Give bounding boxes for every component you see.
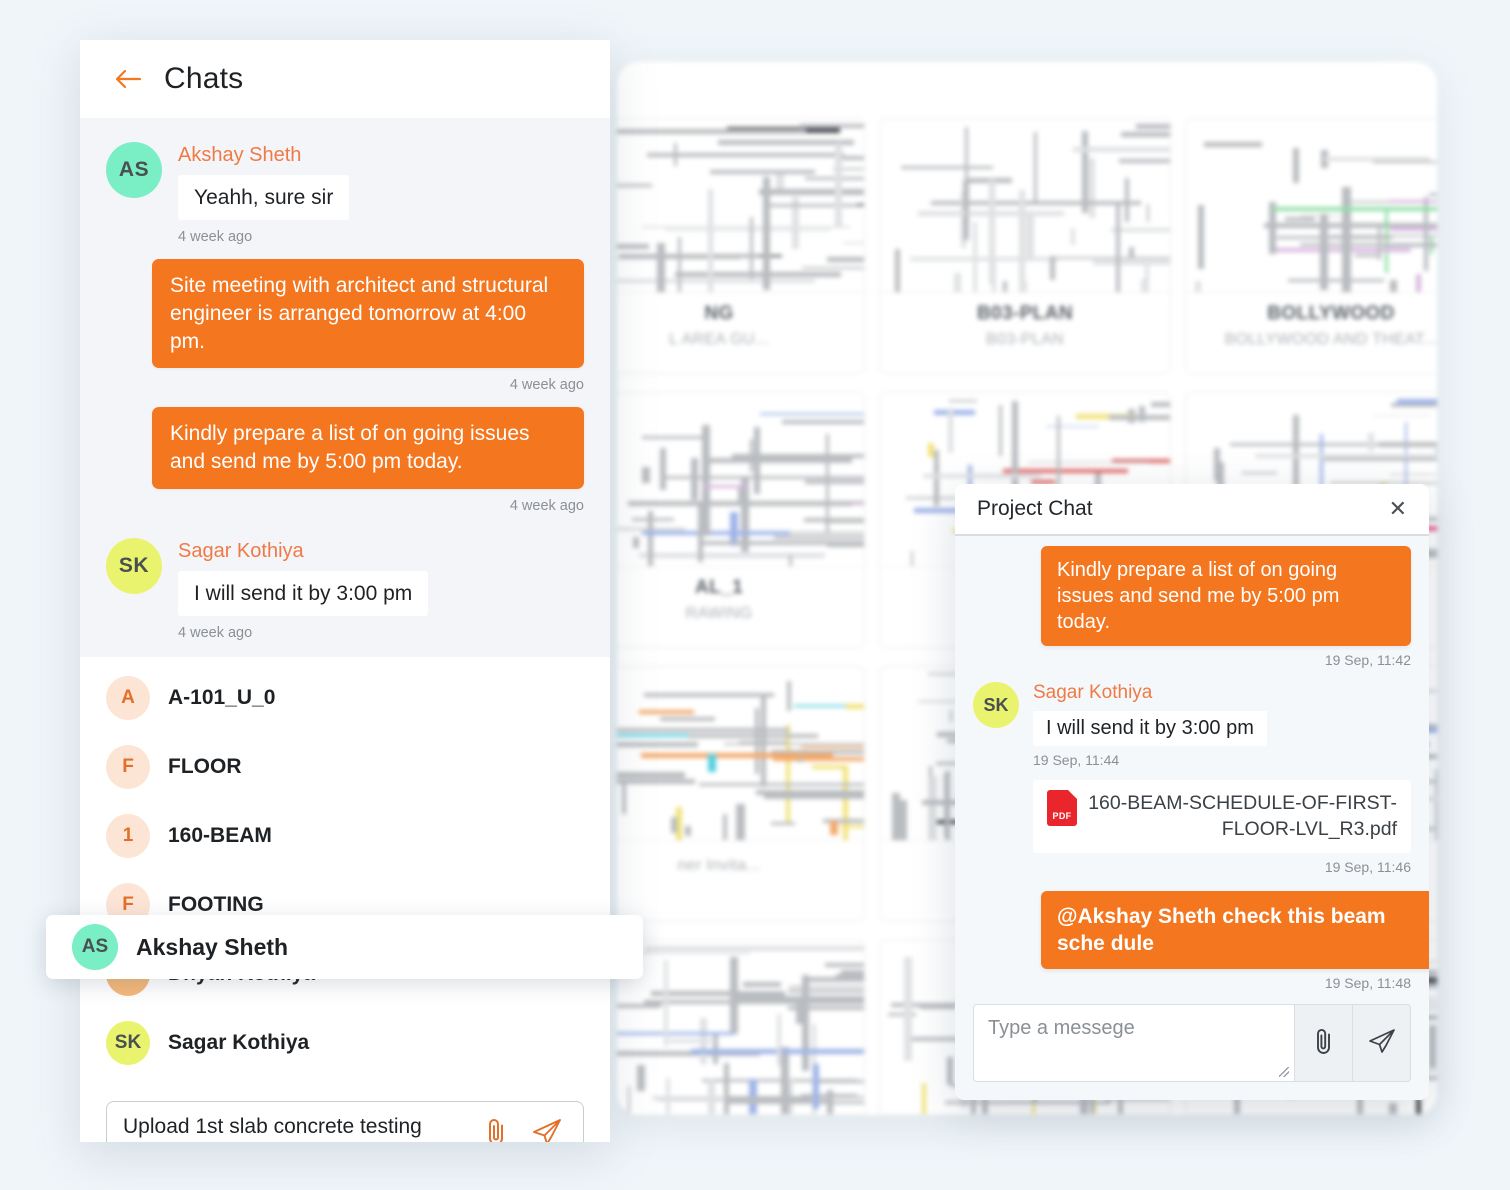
avatar: AS	[72, 924, 118, 970]
document-thumbnail	[880, 119, 1170, 293]
file-name: 160-BEAM-SCHEDULE-OF-FIRST-FLOOR-LVL_R3.…	[1088, 792, 1397, 841]
message-sender: Sagar Kothiya	[178, 539, 304, 562]
document-thumbnail	[617, 941, 864, 1115]
message-timestamp: 4 week ago	[509, 497, 584, 514]
mention-item-label: A-101_U_0	[168, 685, 276, 709]
mention-list-item[interactable]: 1 160-BEAM	[80, 801, 610, 870]
message-outgoing: Kindly prepare a list of on going issues…	[80, 407, 610, 514]
message-timestamp: 4 week ago	[178, 625, 253, 642]
send-icon[interactable]	[531, 1117, 563, 1142]
message-bubble: Kindly prepare a list of on going issues…	[1041, 546, 1411, 646]
avatar: AS	[106, 142, 162, 198]
paperclip-icon[interactable]	[483, 1116, 509, 1142]
message-bubble: @Akshay Sheth check this beam sche dule	[1041, 890, 1429, 970]
message-timestamp: 19 Sep, 11:46	[1324, 858, 1411, 875]
send-button[interactable]	[1353, 1004, 1411, 1082]
document-thumbnail	[617, 119, 864, 293]
send-icon	[1367, 1027, 1397, 1060]
message-incoming: SK Sagar Kothiya I will send it by 3:00 …	[80, 514, 610, 641]
message-bubble: Site meeting with architect and structur…	[152, 259, 584, 369]
avatar: F	[106, 744, 150, 789]
project-chat-header: Project Chat ✕	[955, 484, 1429, 536]
message-input[interactable]: Upload 1st slab concrete testing report …	[123, 1112, 473, 1142]
message-bubble: Yeahh, sure sir	[178, 175, 350, 221]
document-thumbnail	[1186, 119, 1437, 293]
message-outgoing: @Akshay Sheth check this beam sche dule …	[973, 890, 1429, 992]
project-chat-title: Project Chat	[977, 497, 1093, 520]
message-incoming: SK Sagar Kothiya I will send it by 3:00 …	[973, 682, 1411, 875]
pdf-file-icon: PDF	[1047, 790, 1077, 826]
document-subtitle: B03-PLAN	[986, 331, 1064, 348]
avatar: SK	[106, 537, 162, 594]
project-chat-message-list: Kindly prepare a list of on going issues…	[955, 536, 1429, 998]
mention-list-item[interactable]: SK Sagar Kothiya	[80, 1008, 610, 1077]
mention-suggestion-list: AA-101_U_0FFLOOR1160-BEAMFFOOTINGDKDhyan…	[80, 657, 610, 1082]
document-card[interactable]: NG L AREA GU...	[617, 118, 865, 374]
message-timestamp: 19 Sep, 11:44	[1033, 752, 1120, 768]
pdf-file-kind-label: PDF	[1052, 811, 1072, 821]
chats-header: Chats	[80, 40, 610, 118]
message-timestamp: 19 Sep, 11:42	[1324, 652, 1411, 668]
mention-item-label: 160-BEAM	[168, 823, 272, 847]
document-meta: NG L AREA GU...	[617, 293, 864, 373]
document-thumbnail	[617, 393, 864, 567]
message-timestamp: 4 week ago	[178, 229, 253, 246]
paperclip-button[interactable]	[1295, 1004, 1353, 1082]
document-card[interactable]	[617, 940, 865, 1115]
avatar: SK	[106, 1020, 150, 1065]
message-outgoing: Site meeting with architect and structur…	[80, 259, 610, 393]
mention-item-label: Akshay Sheth	[136, 933, 289, 960]
close-icon[interactable]: ✕	[1389, 498, 1407, 520]
document-title: BOLLYWOOD	[1267, 303, 1395, 324]
mention-list-item[interactable]: F FLOOR	[80, 732, 610, 801]
mention-item-label: FLOOR	[168, 754, 242, 778]
document-subtitle: L AREA GU...	[669, 331, 769, 348]
message-sender: Sagar Kothiya	[1033, 682, 1153, 703]
message-timestamp: 4 week ago	[509, 377, 584, 394]
arrow-left-icon[interactable]	[114, 67, 142, 91]
document-meta: AL_1 RAWING	[617, 567, 864, 647]
document-subtitle: RAWING	[685, 605, 753, 622]
message-bubble: Kindly prepare a list of on going issues…	[152, 407, 584, 489]
file-attachment[interactable]: PDF 160-BEAM-SCHEDULE-OF-FIRST-FLOOR-LVL…	[1033, 780, 1411, 853]
mention-list-item[interactable]: A A-101_U_0	[80, 663, 610, 732]
mention-highlighted-item[interactable]: AS Akshay Sheth	[46, 915, 643, 979]
document-thumbnail	[617, 667, 864, 841]
document-meta: B03-PLAN B03-PLAN	[880, 293, 1170, 373]
composer-container: Upload 1st slab concrete testing report …	[80, 1081, 610, 1142]
message-timestamp: 19 Sep, 11:48	[1324, 975, 1411, 992]
avatar: SK	[973, 682, 1019, 728]
message-sender: Akshay Sheth	[178, 144, 302, 166]
document-meta: ner Invita...	[617, 841, 864, 921]
message-bubble: I will send it by 3:00 pm	[1033, 711, 1267, 746]
chats-message-list: AS Akshay Sheth Yeahh, sure sir 4 week a…	[80, 118, 610, 1142]
document-meta: BOLLYWOOD BOLLYWOOD AND THEAT...	[1186, 293, 1437, 373]
document-card[interactable]: BOLLYWOOD BOLLYWOOD AND THEAT...	[1185, 118, 1437, 374]
document-card[interactable]: ner Invita...	[617, 666, 865, 922]
document-subtitle: ner Invita...	[677, 857, 761, 874]
document-title: NG	[704, 303, 734, 324]
document-title: AL_1	[694, 577, 744, 598]
mention-item-label: Sagar Kothiya	[168, 1030, 310, 1054]
avatar: 1	[106, 813, 150, 858]
message-outgoing: Kindly prepare a list of on going issues…	[973, 546, 1411, 668]
document-card[interactable]: B03-PLAN B03-PLAN	[879, 118, 1171, 374]
project-chat-composer: Type a messege	[955, 998, 1429, 1100]
page-title: Chats	[164, 62, 244, 95]
document-subtitle: BOLLYWOOD AND THEAT...	[1224, 331, 1437, 348]
message-composer[interactable]: Upload 1st slab concrete testing report …	[106, 1101, 584, 1142]
document-title: B03-PLAN	[976, 303, 1074, 324]
project-chat-panel: Project Chat ✕ Kindly prepare a list of …	[955, 484, 1429, 1100]
paperclip-icon	[1311, 1026, 1337, 1061]
message-bubble: I will send it by 3:00 pm	[178, 570, 429, 617]
avatar: A	[106, 675, 150, 720]
document-card[interactable]: AL_1 RAWING	[617, 392, 865, 648]
message-input[interactable]: Type a messege	[973, 1004, 1295, 1082]
message-incoming: AS Akshay Sheth Yeahh, sure sir 4 week a…	[80, 118, 610, 245]
screen-root: NG L AREA GU... B03-PLAN B03-PLAN BOLLYWOOD B…	[0, 0, 1510, 1190]
mention-item-label: FOOTING	[168, 892, 264, 916]
